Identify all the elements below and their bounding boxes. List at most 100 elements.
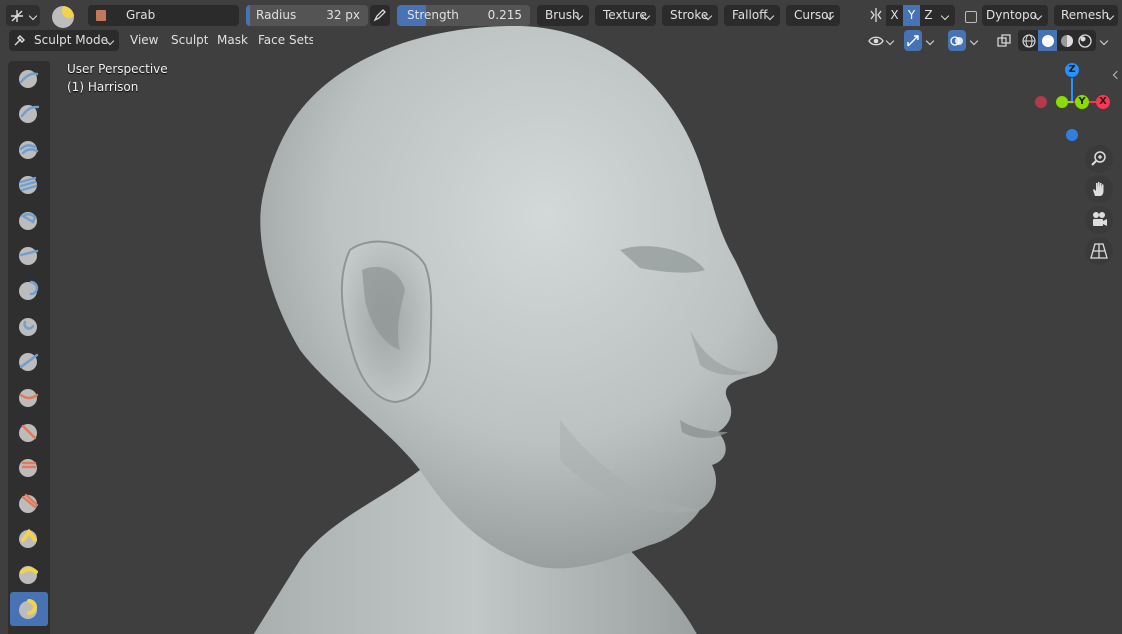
wireframe-sphere-icon	[1022, 34, 1036, 48]
tool-settings-header: Grab Radius 32 px Strength 0.215 Brush T…	[0, 2, 1122, 28]
pen-pressure-icon	[373, 9, 386, 22]
tool-button-clay-strips[interactable]	[10, 167, 48, 201]
face-sets-menu-label: Face Sets	[258, 33, 313, 47]
gizmo-options-menu[interactable]	[922, 30, 940, 51]
camera-view-button[interactable]	[1085, 206, 1113, 234]
crease-icon	[19, 353, 39, 372]
eye-icon	[868, 36, 884, 46]
navigation-gizmo[interactable]: Z Y X	[1030, 60, 1120, 150]
cursor-menu[interactable]: Cursor	[786, 5, 840, 26]
sculpt-model-head	[253, 25, 778, 634]
rendered-shading-button[interactable]	[1076, 32, 1094, 49]
tool-button-draw[interactable]	[10, 61, 48, 95]
remesh-menu[interactable]: Remesh	[1054, 5, 1118, 26]
clay-strips-icon	[19, 176, 38, 195]
y-axis-handle[interactable]: Y	[1075, 95, 1089, 109]
radius-pressure-button[interactable]	[370, 5, 390, 26]
tool-button-blob[interactable]	[10, 309, 48, 343]
tool-button-elastic-deform[interactable]	[10, 627, 48, 634]
overlays-toggle[interactable]	[948, 30, 966, 51]
tool-button-smooth[interactable]	[10, 380, 48, 414]
neg-y-axis-handle[interactable]	[1056, 96, 1068, 108]
tool-button-clay[interactable]	[10, 132, 48, 166]
radius-slider-fill	[246, 5, 250, 26]
mode-label: Sculpt Mode	[34, 33, 108, 47]
brush-preview-highlight	[62, 6, 74, 18]
draw-icon	[19, 70, 39, 88]
grid-icon	[1090, 243, 1108, 259]
tool-button-multiplane-scrape[interactable]	[10, 521, 48, 555]
pan-button[interactable]	[1085, 175, 1113, 203]
blender-window: User Perspective (1) Harrison Z Y X Grab…	[0, 0, 1122, 634]
view-menu[interactable]: View	[128, 30, 159, 51]
clay-icon	[19, 140, 39, 159]
neg-x-axis-handle[interactable]	[1035, 96, 1047, 108]
shading-selector[interactable]	[1018, 30, 1096, 51]
falloff-menu-label: Falloff	[732, 8, 768, 22]
tool-button-fill[interactable]	[10, 450, 48, 484]
tool-button-inflate[interactable]	[10, 273, 48, 307]
editor-type-menu[interactable]	[6, 5, 40, 26]
texture-menu[interactable]: Texture	[595, 5, 656, 26]
xray-icon	[997, 34, 1011, 47]
falloff-menu[interactable]: Falloff	[724, 5, 780, 26]
dyntopo-menu[interactable]: Dyntopo	[982, 5, 1048, 26]
strength-slider[interactable]: Strength 0.215	[397, 5, 530, 26]
tool-button-grab[interactable]	[10, 592, 48, 626]
overlays-options-menu[interactable]	[966, 30, 984, 51]
hand-icon	[1093, 182, 1104, 196]
face-sets-menu[interactable]: Face Sets	[255, 30, 313, 51]
dyntopo-label: Dyntopo	[986, 8, 1037, 22]
shading-options-menu[interactable]	[1096, 30, 1114, 51]
sculpt-menu[interactable]: Sculpt	[168, 30, 208, 51]
tool-button-crease[interactable]	[10, 344, 48, 378]
brush-preview[interactable]	[52, 6, 74, 28]
xray-toggle[interactable]	[994, 30, 1014, 51]
inflate-icon	[19, 281, 39, 301]
scrape-icon	[19, 493, 39, 513]
zoom-button[interactable]	[1085, 145, 1113, 173]
neg-z-axis-handle[interactable]	[1066, 129, 1078, 141]
blob-icon	[19, 317, 37, 336]
mode-selector[interactable]: Sculpt Mode	[9, 30, 119, 51]
flatten-icon	[19, 424, 37, 442]
smooth-icon	[19, 388, 39, 407]
overlays-icon	[950, 36, 963, 46]
tool-button-draw-sharp[interactable]	[10, 96, 48, 130]
brush-menu[interactable]: Brush	[537, 5, 589, 26]
view-menu-label: View	[130, 33, 159, 47]
gizmo-toggle[interactable]	[904, 30, 922, 51]
brush-selector[interactable]: Grab	[88, 5, 239, 26]
radius-slider[interactable]: Radius 32 px	[246, 5, 368, 26]
draw-sharp-icon	[19, 105, 40, 124]
mirror-y-toggle[interactable]: Y	[903, 5, 920, 26]
material-shading-button[interactable]	[1058, 32, 1076, 49]
mirror-x-toggle[interactable]: X	[886, 5, 903, 26]
tool-button-pinch[interactable]	[10, 557, 48, 591]
3d-viewport[interactable]: User Perspective (1) Harrison Z Y X	[0, 0, 1122, 634]
tool-button-flatten[interactable]	[10, 415, 48, 449]
dyntopo-checkbox[interactable]	[965, 11, 977, 23]
z-axis-handle[interactable]: Z	[1065, 63, 1079, 77]
solid-shading-button[interactable]	[1038, 30, 1057, 51]
tool-button-layer[interactable]	[10, 238, 48, 272]
sculpt-mode-icon	[14, 35, 25, 46]
x-axis-handle[interactable]: X	[1096, 95, 1110, 109]
tool-button-scrape[interactable]	[10, 486, 48, 520]
z-axis-line	[1071, 78, 1073, 102]
pinch-icon	[19, 565, 38, 584]
fill-icon	[19, 459, 37, 478]
tool-button-clay-thumb[interactable]	[10, 203, 48, 237]
viewport-header: Sculpt Mode View Sculpt Mask Face Sets	[0, 27, 1122, 53]
mirror-z-toggle[interactable]: Z	[920, 5, 937, 26]
layer-icon	[19, 247, 39, 265]
mask-menu[interactable]: Mask	[214, 30, 248, 51]
wireframe-shading-button[interactable]	[1020, 32, 1038, 49]
perspective-toggle-button[interactable]	[1085, 237, 1113, 265]
symmetry-options-menu[interactable]	[937, 5, 955, 26]
visibility-menu[interactable]	[866, 30, 898, 51]
brush-name: Grab	[126, 8, 156, 22]
rendered-sphere-icon	[1078, 34, 1092, 48]
stroke-menu[interactable]: Stroke	[662, 5, 718, 26]
symmetry-icon[interactable]	[868, 7, 884, 23]
